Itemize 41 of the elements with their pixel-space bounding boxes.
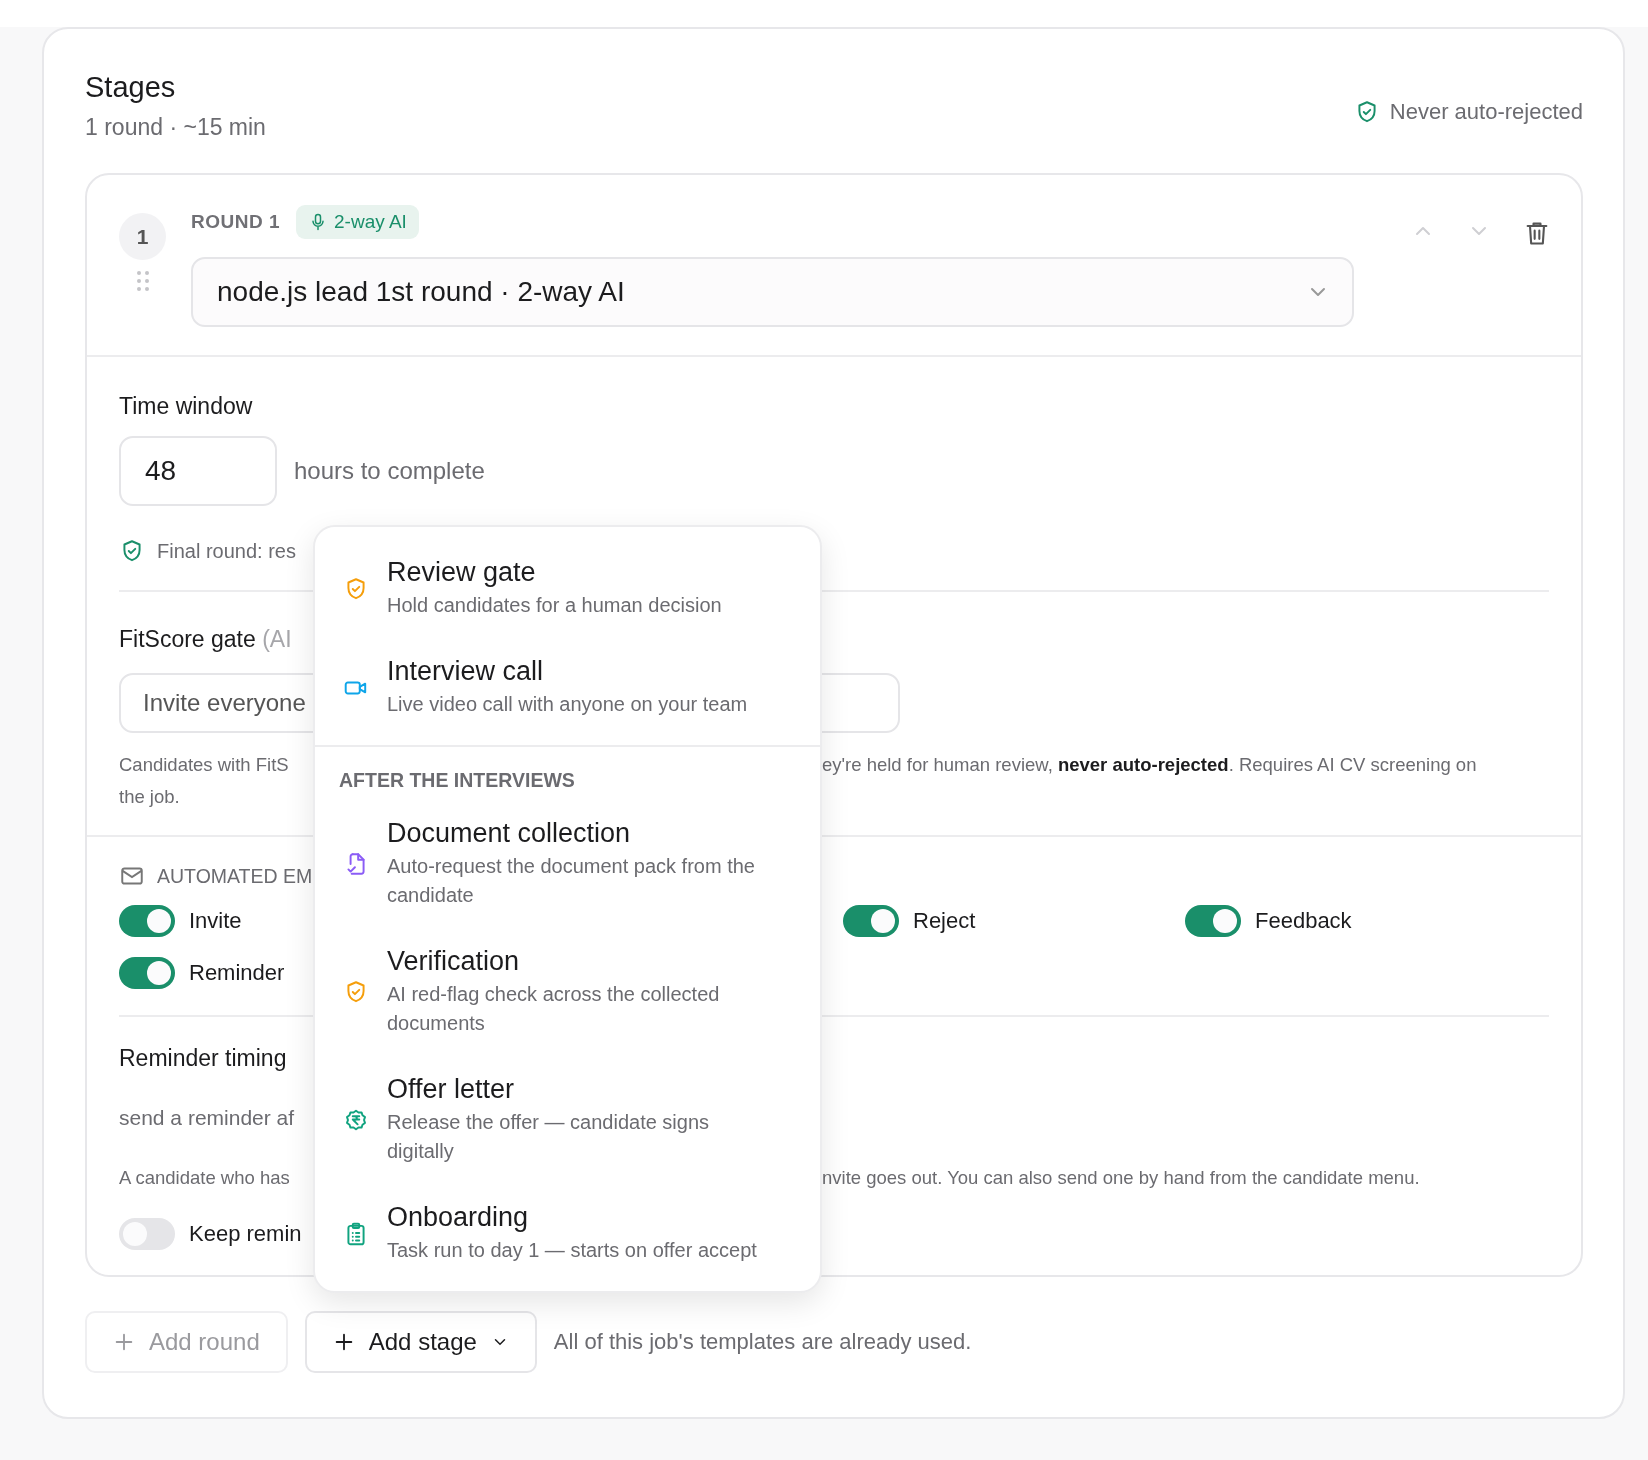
add-stage-button[interactable]: Add stage (304, 1311, 537, 1373)
menu-item[interactable]: Offer letter Release the offer — candidate signs digitally (315, 1056, 820, 1184)
hours-input[interactable]: 48 (119, 436, 277, 506)
help-text: Candidates with FitS (119, 753, 290, 777)
toggle-switch[interactable] (843, 905, 899, 937)
toggle-label: Feedback (1255, 908, 1352, 934)
field-label: Time window (119, 393, 254, 420)
help-text: ey're held for human review, never auto-rejected. Requires AI CV screening on (822, 753, 1478, 777)
footer-note: All of this job's templates are already used. (553, 1329, 972, 1355)
menu-item[interactable]: Document collection Auto-request the document pack from the candidate (315, 800, 820, 928)
toggle-label: Reject (913, 908, 976, 934)
reminder-sentence: send a reminder af (119, 1105, 296, 1131)
toggle-switch[interactable] (119, 957, 175, 989)
mode-badge: 2-way AI (296, 205, 419, 239)
toggle-label: Reminder (189, 960, 285, 986)
help-text: the job. (119, 785, 181, 809)
template-select[interactable]: node.js lead 1st round · 2-way AI (191, 257, 1354, 327)
menu-item[interactable]: Onboarding Task run to day 1 — starts on offer accept (315, 1184, 820, 1283)
section-subtitle: 1 round · ~15 min (85, 114, 266, 141)
toggle-switch[interactable] (119, 905, 175, 937)
toggle-label: Keep remin (189, 1221, 302, 1247)
menu-heading: AFTER THE INTERVIEWS (338, 768, 576, 793)
menu-item[interactable]: Verification AI red-flag check across the collected documents (315, 928, 820, 1056)
section-title: Stages (85, 71, 177, 104)
toggle-switch[interactable] (1185, 905, 1241, 937)
help-text: A candidate who has (119, 1166, 291, 1190)
drag-handle-icon[interactable] (135, 270, 150, 292)
toggle-label: Invite (189, 908, 242, 934)
plus-icon (113, 1331, 135, 1353)
field-label: Reminder timing (119, 1045, 288, 1072)
round-label: ROUND 1 (191, 211, 280, 233)
unit-label: hours to complete (294, 457, 485, 485)
round-number: 1 (119, 213, 166, 260)
help-text: nvite goes out. You can also send one by hand from the candidate menu. (822, 1166, 1421, 1190)
field-label: FitScore gate (AI (119, 626, 292, 652)
menu-item[interactable]: Review gate Hold candidates for a human decision (315, 539, 820, 638)
status-text: Never auto-rejected (1389, 99, 1583, 125)
note-text: Final round: res (157, 539, 296, 563)
toggle-switch[interactable] (119, 1218, 175, 1250)
section-heading: AUTOMATED EM (157, 864, 313, 888)
menu-item[interactable]: Interview call Live video call with anyone on your team (315, 638, 820, 737)
